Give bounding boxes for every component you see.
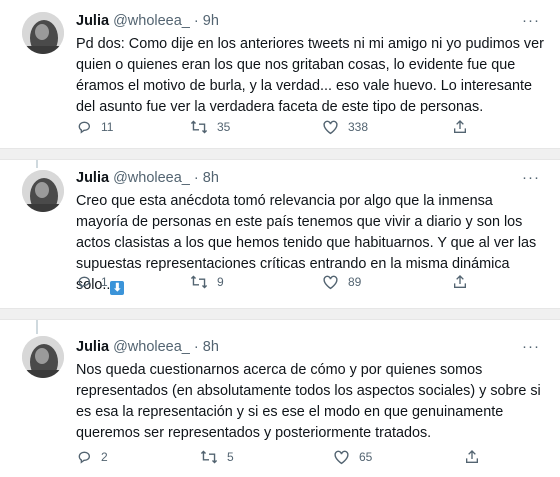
- tweet-time[interactable]: · 8h: [194, 170, 219, 186]
- share-button[interactable]: [464, 449, 480, 465]
- tweet-actions: 1 9 89: [76, 274, 496, 294]
- author-handle[interactable]: @wholeea_: [113, 170, 190, 186]
- author-handle[interactable]: @wholeea_: [113, 13, 190, 29]
- heart-icon: [323, 275, 338, 290]
- share-button[interactable]: [452, 274, 468, 290]
- retweet-icon: [200, 450, 218, 464]
- like-button[interactable]: 338: [322, 119, 368, 135]
- tweet-text: Nos queda cuestionarnos acerca de cómo y…: [76, 362, 541, 441]
- reply-icon: [78, 121, 90, 134]
- author-name[interactable]: Julia: [76, 170, 109, 186]
- share-icon: [454, 275, 466, 288]
- tweet-1[interactable]: Julia @wholeea_ · 9h ··· Pd dos: Como di…: [0, 0, 560, 148]
- retweet-button[interactable]: 35: [190, 119, 230, 135]
- like-button[interactable]: 89: [322, 274, 361, 290]
- reply-count: 11: [101, 120, 114, 134]
- heart-icon: [323, 120, 338, 135]
- like-count: 89: [348, 275, 362, 289]
- reply-icon: [78, 276, 90, 289]
- tweet-3[interactable]: Julia @wholeea_ · 8h ··· Nos queda cuest…: [0, 320, 560, 477]
- more-options-icon[interactable]: ···: [522, 169, 540, 186]
- tweet-separator: [0, 308, 560, 320]
- reply-count: 1: [101, 275, 108, 289]
- more-options-icon[interactable]: ···: [522, 12, 540, 29]
- like-count: 338: [348, 120, 369, 134]
- tweet-header: Julia @wholeea_ · 8h: [76, 170, 219, 186]
- tweet-2[interactable]: Julia @wholeea_ · 8h ··· Creo que esta a…: [0, 160, 560, 308]
- share-button[interactable]: [452, 119, 468, 135]
- avatar[interactable]: [22, 336, 64, 378]
- share-icon: [454, 120, 466, 133]
- retweet-icon: [190, 120, 208, 134]
- share-icon: [466, 450, 478, 463]
- tweet-actions: 2 5 65: [76, 449, 496, 469]
- reply-button[interactable]: 2: [76, 449, 108, 465]
- author-name[interactable]: Julia: [76, 339, 109, 355]
- reply-button[interactable]: 11: [76, 119, 113, 135]
- more-options-icon[interactable]: ···: [522, 338, 540, 355]
- avatar[interactable]: [22, 12, 64, 54]
- heart-icon: [334, 450, 349, 465]
- author-name[interactable]: Julia: [76, 13, 109, 29]
- like-count: 65: [359, 450, 373, 464]
- tweet-separator: [0, 148, 560, 160]
- retweet-count: 9: [217, 275, 224, 289]
- retweet-icon: [190, 275, 208, 289]
- tweet-text: Pd dos: Como dije en los anteriores twee…: [76, 36, 544, 115]
- thread-line: [36, 320, 38, 334]
- reply-count: 2: [101, 450, 108, 464]
- reply-button[interactable]: 1: [76, 274, 108, 290]
- retweet-count: 5: [227, 450, 234, 464]
- tweet-time[interactable]: · 9h: [194, 13, 219, 29]
- tweet-actions: 11 35 338: [76, 119, 496, 139]
- reply-icon: [78, 451, 90, 464]
- tweet-header: Julia @wholeea_ · 9h: [76, 13, 219, 29]
- thread-line: [36, 160, 38, 168]
- like-button[interactable]: 65: [333, 449, 372, 465]
- avatar[interactable]: [22, 170, 64, 212]
- author-handle[interactable]: @wholeea_: [113, 339, 190, 355]
- tweet-time[interactable]: · 8h: [194, 339, 219, 355]
- retweet-button[interactable]: 5: [200, 449, 234, 465]
- retweet-count: 35: [217, 120, 231, 134]
- retweet-button[interactable]: 9: [190, 274, 224, 290]
- tweet-header: Julia @wholeea_ · 8h: [76, 339, 219, 355]
